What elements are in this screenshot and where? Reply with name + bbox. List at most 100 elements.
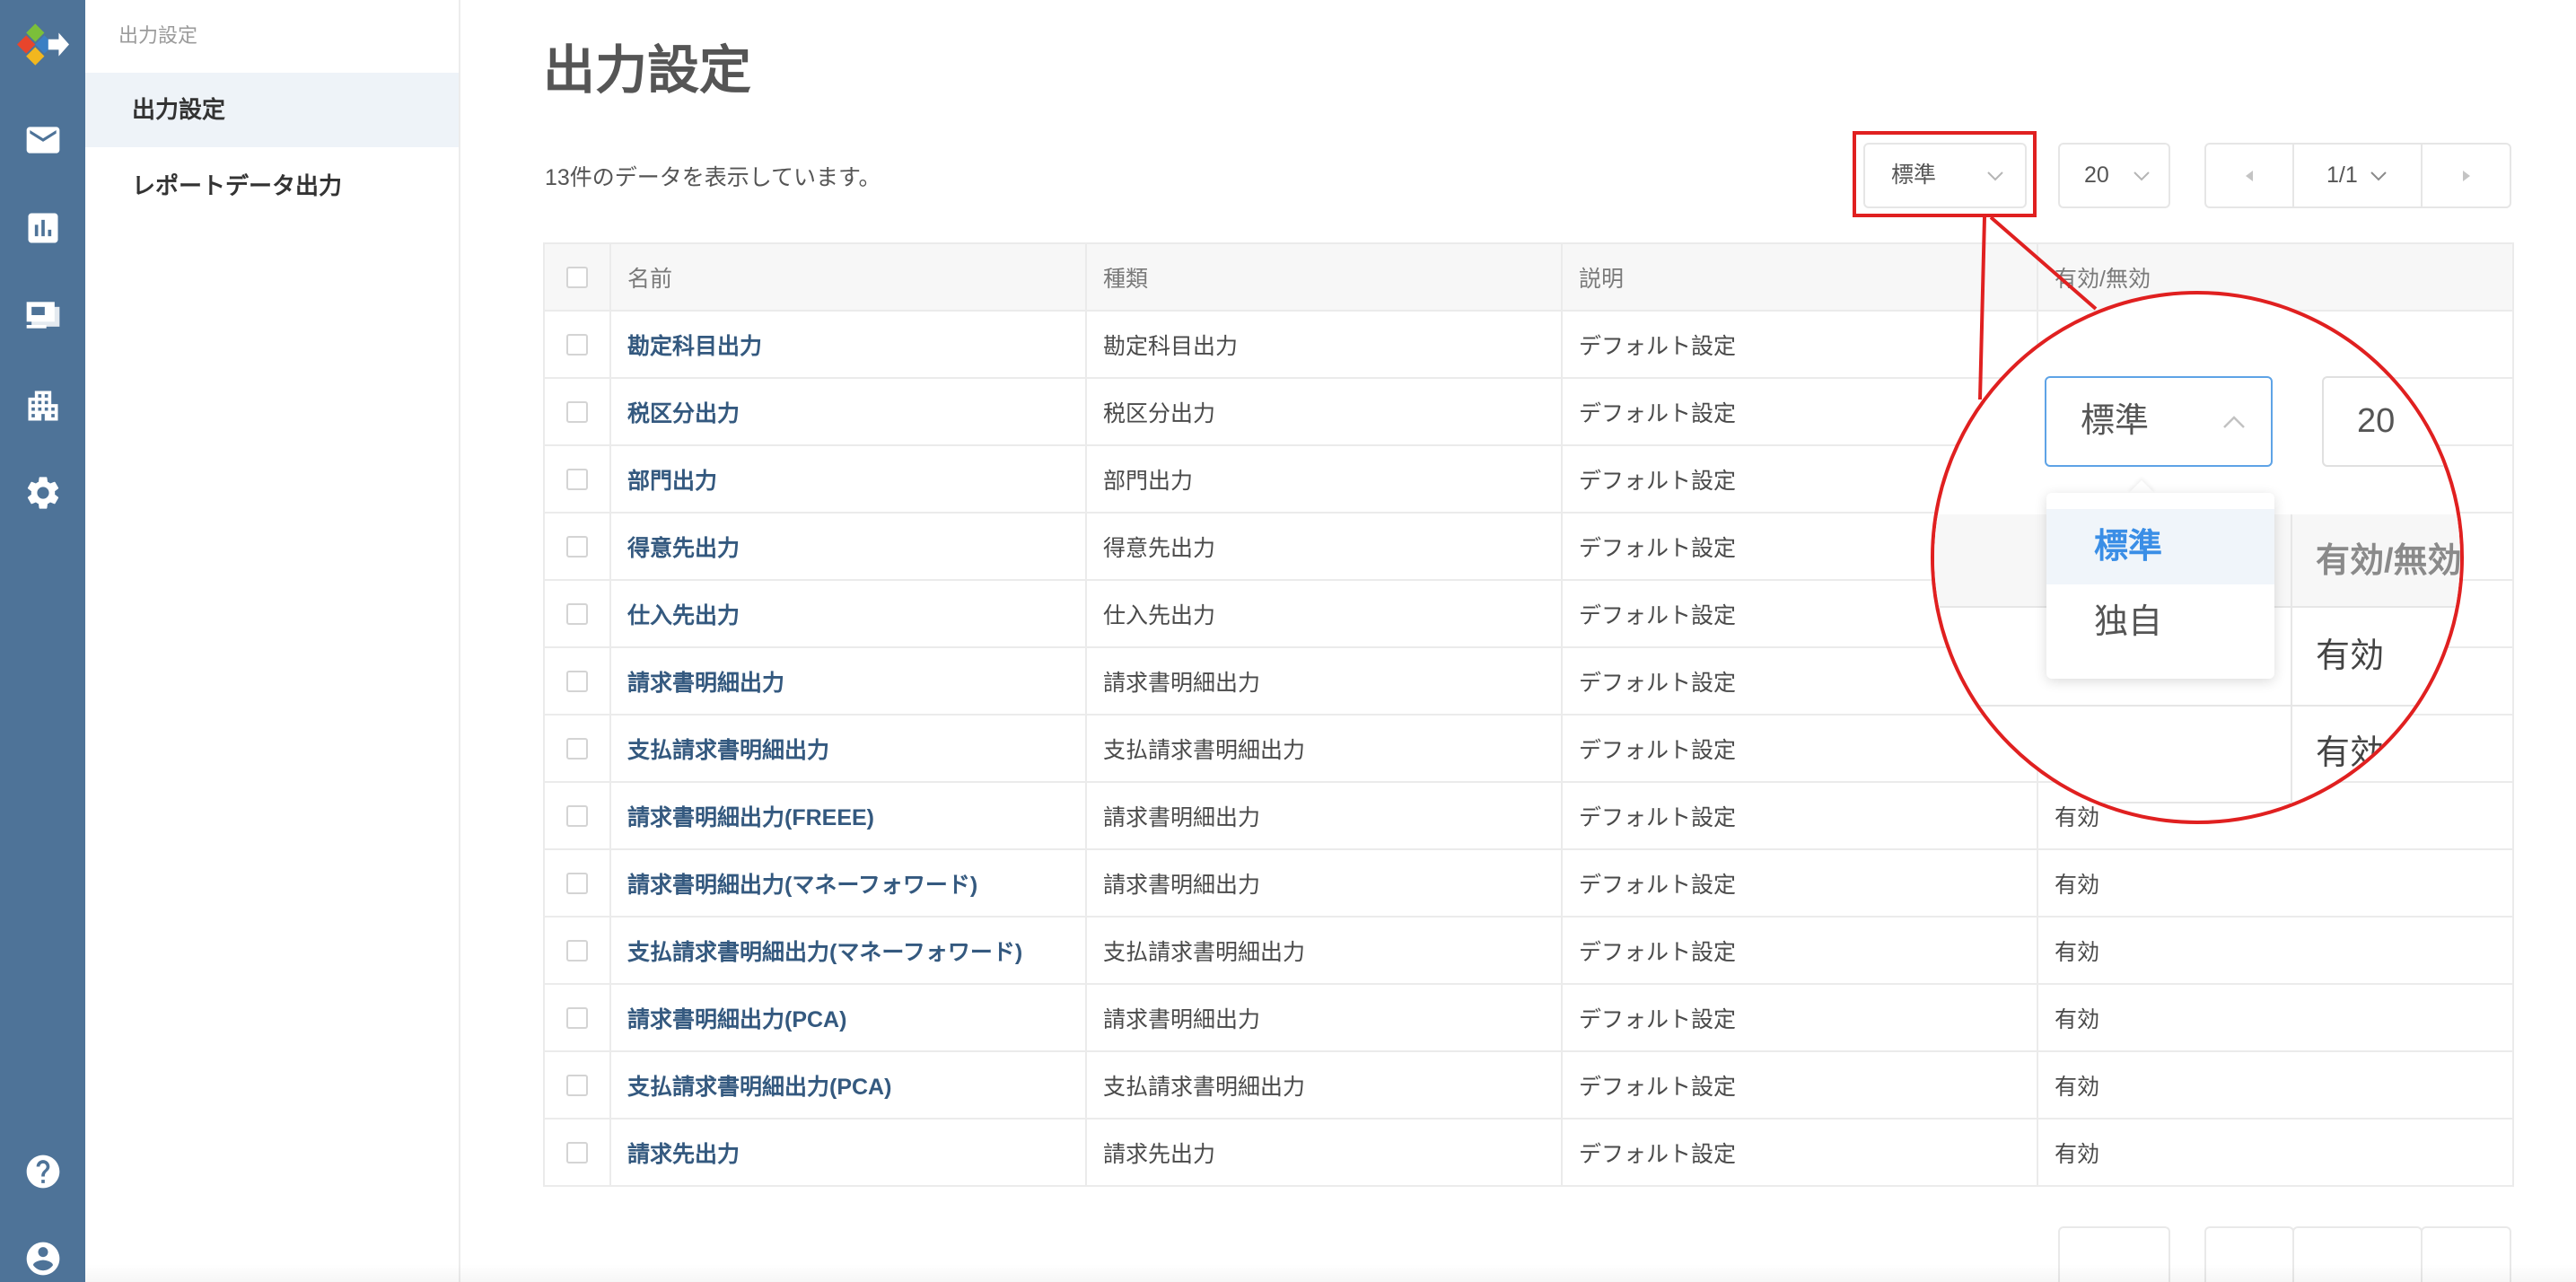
rail-settings[interactable]	[0, 466, 85, 520]
row-type: 部門出力	[1103, 468, 1194, 494]
zoom-page-size-select[interactable]: 20	[2322, 376, 2460, 467]
row-checkbox-cell	[543, 646, 611, 716]
row-description-cell: デフォルト設定	[1561, 1050, 2038, 1120]
row-checkbox[interactable]	[566, 469, 588, 491]
row-name-link[interactable]: 支払請求書明細出力	[627, 738, 829, 763]
row-status: 有効	[2055, 1141, 2100, 1167]
row-name-link[interactable]: 請求書明細出力	[627, 671, 784, 696]
row-checkbox[interactable]	[566, 1007, 588, 1030]
row-description: デフォルト設定	[1579, 737, 1737, 763]
row-type-cell: 仕入先出力	[1085, 579, 1563, 648]
row-checkbox[interactable]	[566, 1075, 588, 1097]
row-type: 税区分出力	[1103, 400, 1216, 426]
row-name-link[interactable]: 勘定科目出力	[627, 334, 762, 359]
table-row[interactable]: 請求書明細出力(マネーフォワード) 請求書明細出力 デフォルト設定 有効	[543, 848, 2514, 918]
rail-presentation[interactable]	[0, 288, 85, 342]
row-name-link[interactable]: 得意先出力	[627, 536, 740, 561]
rail-mail[interactable]	[0, 113, 85, 167]
row-type: 請求書明細出力	[1103, 872, 1261, 898]
row-checkbox[interactable]	[566, 603, 588, 626]
table-row[interactable]: 請求書明細出力(PCA) 請求書明細出力 デフォルト設定 有効	[543, 983, 2514, 1052]
row-checkbox[interactable]	[566, 805, 588, 828]
row-name-cell: 請求先出力	[609, 1118, 1087, 1187]
rail-help[interactable]	[0, 1145, 85, 1199]
row-type-cell: 支払請求書明細出力	[1085, 1050, 1563, 1120]
row-status-cell: 有効	[2037, 1050, 2514, 1120]
format-option-custom[interactable]: 独自	[2046, 584, 2274, 660]
row-name-link[interactable]: 仕入先出力	[627, 603, 740, 628]
row-checkbox[interactable]	[566, 536, 588, 558]
row-type: 請求書明細出力	[1103, 1006, 1261, 1032]
table-row[interactable]: 支払請求書明細出力(PCA) 支払請求書明細出力 デフォルト設定 有効	[543, 1050, 2514, 1120]
subnav-item-report-export[interactable]: レポートデータ出力	[85, 149, 459, 224]
row-checkbox[interactable]	[566, 671, 588, 693]
row-description: デフォルト設定	[1579, 535, 1737, 561]
row-checkbox[interactable]	[566, 334, 588, 356]
icon-rail	[0, 0, 85, 1282]
prev-page-button[interactable]	[2206, 145, 2294, 206]
row-name-cell: 勘定科目出力	[609, 310, 1087, 379]
app-logo[interactable]	[0, 19, 85, 73]
row-checkbox[interactable]	[566, 401, 588, 424]
header-checkbox-cell	[543, 242, 611, 312]
rail-reports[interactable]	[0, 201, 85, 255]
row-type: 請求先出力	[1103, 1141, 1216, 1167]
row-checkbox[interactable]	[566, 1142, 588, 1164]
row-status: 有効	[2055, 804, 2100, 830]
row-name-link[interactable]: 請求先出力	[627, 1142, 740, 1167]
table-row[interactable]: 請求先出力 請求先出力 デフォルト設定 有効	[543, 1118, 2514, 1187]
row-name-link[interactable]: 支払請求書明細出力(PCA)	[627, 1075, 891, 1100]
row-type-cell: 請求書明細出力	[1085, 646, 1563, 716]
page-size-value: 20	[2084, 162, 2109, 188]
header-description[interactable]: 説明	[1561, 242, 2038, 312]
row-type-cell: 税区分出力	[1085, 377, 1563, 446]
zoom-status-cell: 有効	[2316, 637, 2385, 675]
row-checkbox-cell	[543, 377, 611, 446]
rail-account[interactable]	[0, 1235, 85, 1282]
header-type[interactable]: 種類	[1085, 242, 1563, 312]
row-type-cell: 勘定科目出力	[1085, 310, 1563, 379]
row-name-cell: 請求書明細出力	[609, 646, 1087, 716]
row-type-cell: 部門出力	[1085, 444, 1563, 514]
page-size-select[interactable]: 20	[2058, 143, 2170, 208]
zoom-status-header: 有効/無効	[2316, 542, 2462, 580]
row-checkbox-cell	[543, 579, 611, 648]
caret-right-icon	[2462, 170, 2470, 181]
page-select[interactable]: 1/1	[2294, 145, 2423, 206]
row-status-cell: 有効	[2037, 848, 2514, 918]
row-name-link[interactable]: 支払請求書明細出力(マネーフォワード)	[627, 940, 1022, 965]
row-checkbox-cell	[543, 714, 611, 783]
zoom-page-size-value: 20	[2357, 402, 2396, 440]
format-option-standard[interactable]: 標準	[2046, 509, 2274, 584]
header-status[interactable]: 有効/無効	[2037, 242, 2514, 312]
row-type: 請求書明細出力	[1103, 804, 1261, 830]
zoom-row-divider	[1934, 802, 2460, 803]
chart-icon	[28, 213, 57, 243]
row-status-cell: 有効	[2037, 916, 2514, 985]
row-name-link[interactable]: 請求書明細出力(マネーフォワード)	[627, 873, 977, 898]
row-description: デフォルト設定	[1579, 872, 1737, 898]
select-all-checkbox[interactable]	[566, 267, 588, 289]
table-row[interactable]: 支払請求書明細出力(マネーフォワード) 支払請求書明細出力 デフォルト設定 有効	[543, 916, 2514, 985]
row-name-link[interactable]: 部門出力	[627, 469, 717, 494]
zoom-format-select[interactable]: 標準	[2045, 376, 2273, 467]
zoom-format-select-value: 標準	[2081, 402, 2150, 440]
subnav-item-output-settings[interactable]: 出力設定	[85, 73, 459, 147]
row-name-cell: 部門出力	[609, 444, 1087, 514]
row-checkbox[interactable]	[566, 940, 588, 962]
row-description: デフォルト設定	[1579, 468, 1737, 494]
row-name-link[interactable]: 税区分出力	[627, 401, 740, 426]
row-name-link[interactable]: 請求書明細出力(PCA)	[627, 1007, 846, 1032]
next-page-button[interactable]	[2423, 145, 2510, 206]
page-title: 出力設定	[543, 41, 752, 100]
row-checkbox[interactable]	[566, 873, 588, 895]
row-name-link[interactable]: 請求書明細出力(FREEE)	[627, 805, 874, 830]
row-checkbox[interactable]	[566, 738, 588, 760]
row-description: デフォルト設定	[1579, 333, 1737, 359]
row-description: デフォルト設定	[1579, 602, 1737, 628]
row-status-cell: 有効	[2037, 1118, 2514, 1187]
row-status-cell: 有効	[2037, 983, 2514, 1052]
row-type-cell: 支払請求書明細出力	[1085, 916, 1563, 985]
header-name[interactable]: 名前	[609, 242, 1087, 312]
rail-company[interactable]	[0, 379, 85, 433]
